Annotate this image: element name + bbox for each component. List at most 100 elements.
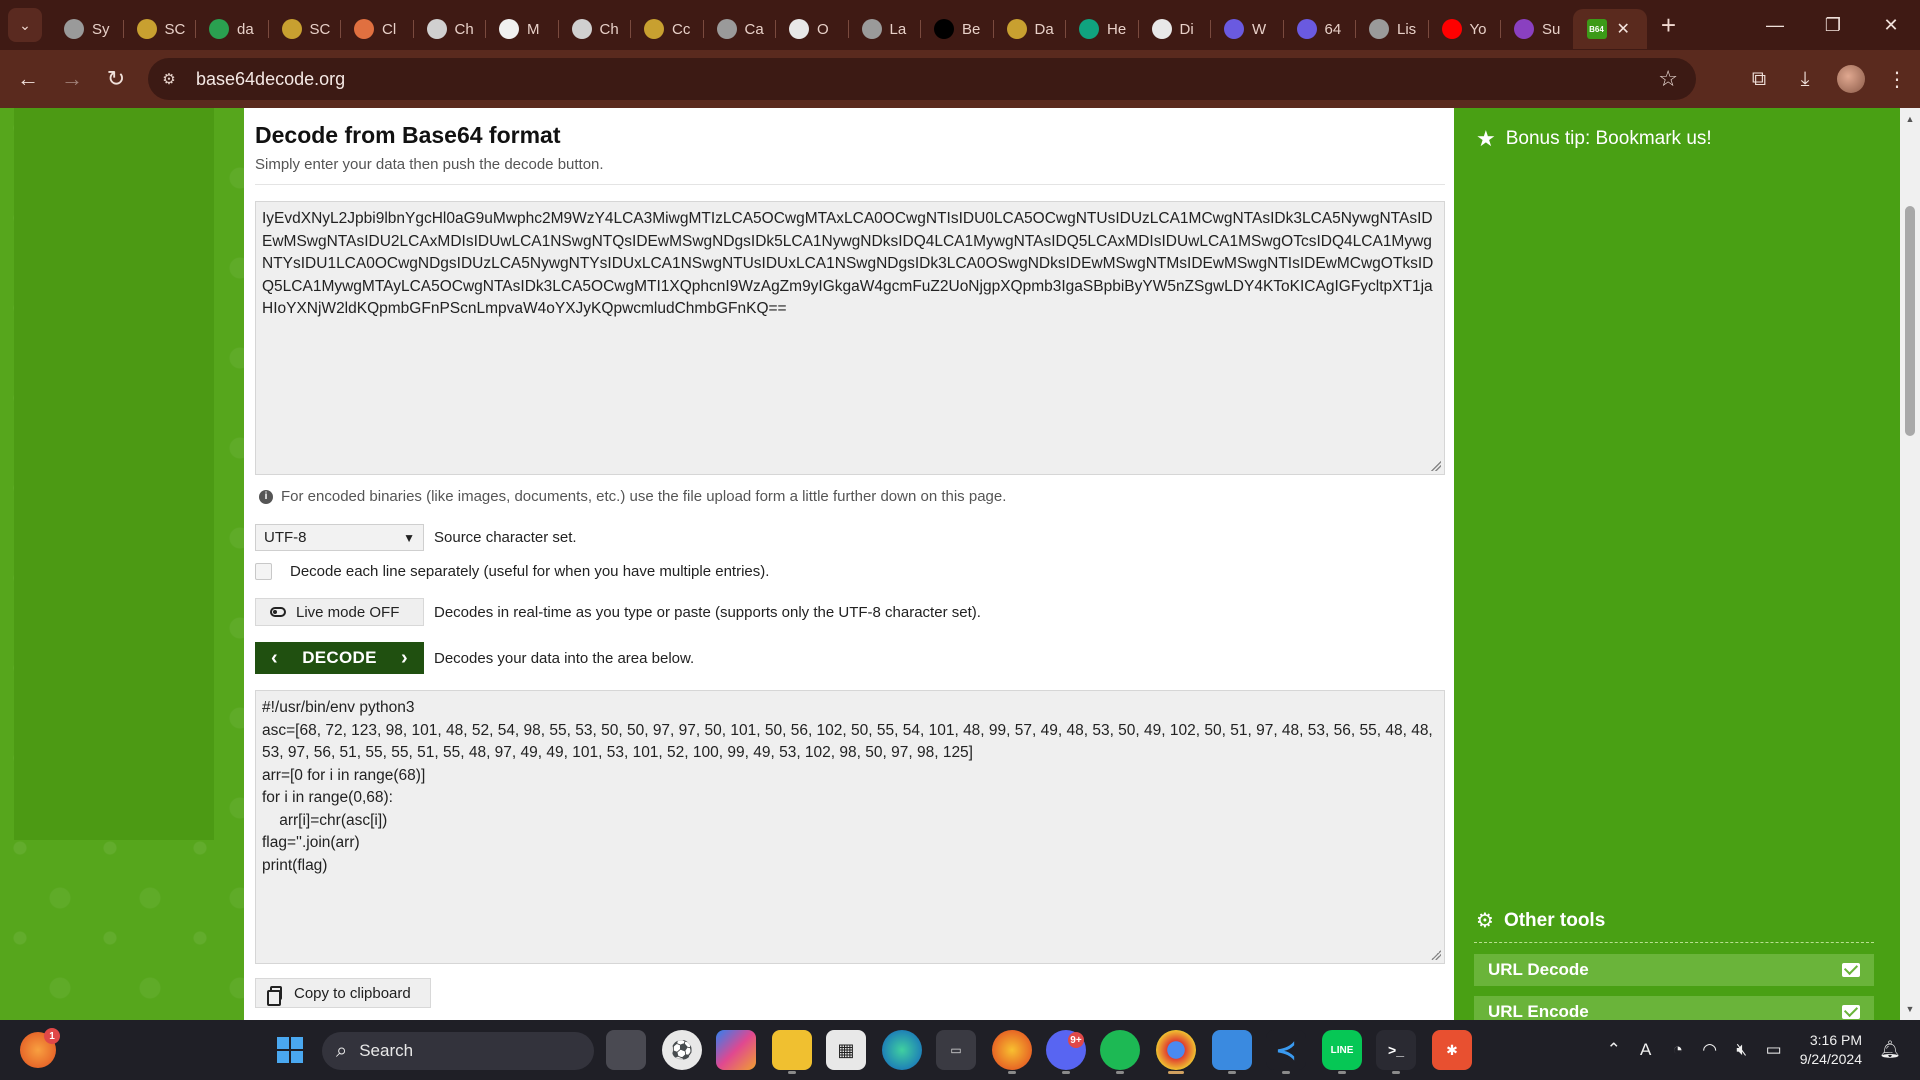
tab-label: Cc	[672, 20, 691, 38]
vscode-icon[interactable]: ≺	[1266, 1030, 1306, 1074]
output-resize-handle[interactable]	[1431, 950, 1441, 960]
download-icon[interactable]: ⤓	[1782, 57, 1828, 101]
divider	[255, 184, 1445, 185]
notification-badge: 1	[44, 1028, 60, 1044]
battery-icon[interactable]: ▭	[1758, 1040, 1790, 1060]
font-input-icon[interactable]: A	[1630, 1040, 1662, 1060]
tab-label: Cl	[382, 20, 397, 38]
browser-tab[interactable]: Di	[1137, 9, 1211, 49]
weather-widget-icon[interactable]: 1	[20, 1028, 60, 1068]
gear-icon: ⚙	[1476, 910, 1494, 932]
chip-app-icon[interactable]: ▭	[936, 1030, 976, 1070]
browser-tab[interactable]: 64	[1282, 9, 1356, 49]
browser-tab[interactable]: Cl	[340, 9, 413, 49]
browser-tab[interactable]: Su	[1500, 9, 1573, 49]
browser-tab[interactable]: Ch	[412, 9, 486, 49]
browser-tab[interactable]: Be	[920, 9, 993, 49]
each-line-label: Decode each line separately (useful for …	[290, 563, 770, 580]
tab-search-button[interactable]: ⌄	[8, 8, 42, 42]
new-tab-button[interactable]: +	[1651, 7, 1687, 43]
menu-kebab-icon[interactable]: ⋮	[1874, 57, 1920, 101]
forward-icon[interactable]: →	[50, 57, 94, 101]
browser-tab[interactable]: B64 ✕	[1572, 9, 1647, 49]
copy-to-clipboard-button[interactable]: Copy to clipboard	[255, 978, 431, 1008]
line-app-icon[interactable]: LINE	[1322, 1030, 1362, 1074]
task-view-icon[interactable]	[606, 1030, 646, 1070]
bell-icon[interactable]: 🔔︎	[1874, 1040, 1906, 1060]
file-explorer-icon[interactable]	[772, 1030, 812, 1074]
close-window-icon[interactable]: ✕	[1862, 0, 1920, 50]
sync-icon[interactable]: ◔	[1662, 1040, 1694, 1060]
input-textarea[interactable]: IyEvdXNyL2Jpbi9lbnYgcHl0aG9uMwphc2M9WzY4…	[255, 201, 1445, 475]
extensions-icon[interactable]: ⧉	[1736, 57, 1782, 101]
url-text[interactable]: base64decode.org	[196, 69, 345, 90]
browser-tab[interactable]: da	[195, 9, 268, 49]
browser-tab[interactable]: Sy	[50, 9, 123, 49]
charset-value: UTF-8	[264, 529, 307, 546]
tool-url-decode[interactable]: URL Decode	[1474, 954, 1874, 986]
page-subtitle: Simply enter your data then push the dec…	[255, 156, 604, 173]
browser-tab[interactable]: Ca	[702, 9, 776, 49]
scrollbar-thumb[interactable]	[1905, 206, 1915, 436]
address-bar[interactable]: ⚙ base64decode.org ☆	[148, 58, 1696, 100]
spotify-icon[interactable]	[1100, 1030, 1140, 1074]
tool-url-encode[interactable]: URL Encode	[1474, 996, 1874, 1020]
browser-tab[interactable]: Lis	[1355, 9, 1428, 49]
terminal-icon[interactable]: >_	[1376, 1030, 1416, 1074]
browser-tab[interactable]: Ch	[557, 9, 631, 49]
clock[interactable]: 3:16 PM 9/24/2024	[1800, 1031, 1862, 1069]
notepad-icon[interactable]	[1212, 1030, 1252, 1074]
plus-doc-icon	[209, 19, 229, 39]
windows-taskbar: 1 ⌕ Search ⚽ ▦ ▭ 9+ ≺ LINE >_ ✱ ⌃ A ◔ ◠ …	[0, 1020, 1920, 1080]
input-resize-handle[interactable]	[1431, 461, 1441, 471]
browser-tab[interactable]: Da	[992, 9, 1066, 49]
minimize-icon[interactable]: —	[1746, 0, 1804, 50]
volume-muted-icon[interactable]: 🔇︎	[1726, 1040, 1758, 1060]
binary-note-text: For encoded binaries (like images, docum…	[281, 488, 1007, 505]
scroll-down-arrow-icon[interactable]: ▼	[1900, 1000, 1920, 1018]
discord-icon[interactable]: 9+	[1046, 1030, 1086, 1074]
taskbar-search[interactable]: ⌕ Search	[322, 1032, 594, 1070]
globe-icon	[1369, 19, 1389, 39]
bookmark-star-icon[interactable]: ☆	[1658, 66, 1678, 92]
charset-select[interactable]: UTF-8 ▼	[255, 524, 424, 551]
site-info-icon[interactable]: ⚙	[152, 62, 186, 96]
close-tab-icon[interactable]: ✕	[1617, 19, 1630, 39]
restore-icon[interactable]: ❐	[1804, 0, 1862, 50]
left-ad-panel	[14, 108, 214, 840]
browser-tab[interactable]: Cc	[630, 9, 703, 49]
wifi-icon[interactable]: ◠	[1694, 1040, 1726, 1060]
browser-tab[interactable]: SC	[267, 9, 341, 49]
browser-tab[interactable]: La	[847, 9, 921, 49]
browser-tab[interactable]: SC	[122, 9, 196, 49]
browser-tab[interactable]: Yo	[1427, 9, 1501, 49]
back-icon[interactable]: ←	[6, 57, 50, 101]
chrome-icon[interactable]	[1156, 1030, 1196, 1074]
tab-label: Lis	[1397, 20, 1417, 38]
other-tools-heading: ⚙ Other tools	[1476, 908, 1605, 933]
browser-tab[interactable]: M	[485, 9, 558, 49]
chevron-up-icon[interactable]: ⌃	[1598, 1040, 1630, 1060]
windows-start-icon[interactable]	[270, 1030, 310, 1070]
soccer-app-icon[interactable]: ⚽	[662, 1030, 702, 1070]
page-scrollbar[interactable]: ▲ ▼	[1900, 108, 1920, 1020]
toggle-icon	[270, 607, 286, 617]
browser-tab[interactable]: W	[1210, 9, 1283, 49]
browser-tab[interactable]: O	[775, 9, 848, 49]
burp-app-icon[interactable]: ✱	[1432, 1030, 1472, 1070]
scroll-up-arrow-icon[interactable]: ▲	[1900, 110, 1920, 128]
profile-avatar[interactable]	[1837, 65, 1865, 93]
tab-list: Sy SC da SC Cl Ch M Ch Cc Ca O La Be Da He Di W 64 Lis Yo Su…	[50, 0, 1647, 50]
firefox-icon[interactable]	[992, 1030, 1032, 1074]
each-line-checkbox[interactable]	[255, 563, 272, 580]
copilot-icon[interactable]	[716, 1030, 756, 1070]
decode-button[interactable]: ‹ DECODE ›	[255, 642, 424, 674]
live-mode-button[interactable]: Live mode OFF	[255, 598, 424, 626]
reload-icon[interactable]: ↻	[94, 57, 138, 101]
output-textarea[interactable]: #!/usr/bin/env python3 asc=[68, 72, 123,…	[255, 690, 1445, 964]
edge-icon[interactable]	[882, 1030, 922, 1070]
browser-tab[interactable]: He	[1065, 9, 1138, 49]
microsoft-store-icon[interactable]: ▦	[826, 1030, 866, 1070]
feather-icon	[499, 19, 519, 39]
github-icon	[1151, 19, 1172, 39]
